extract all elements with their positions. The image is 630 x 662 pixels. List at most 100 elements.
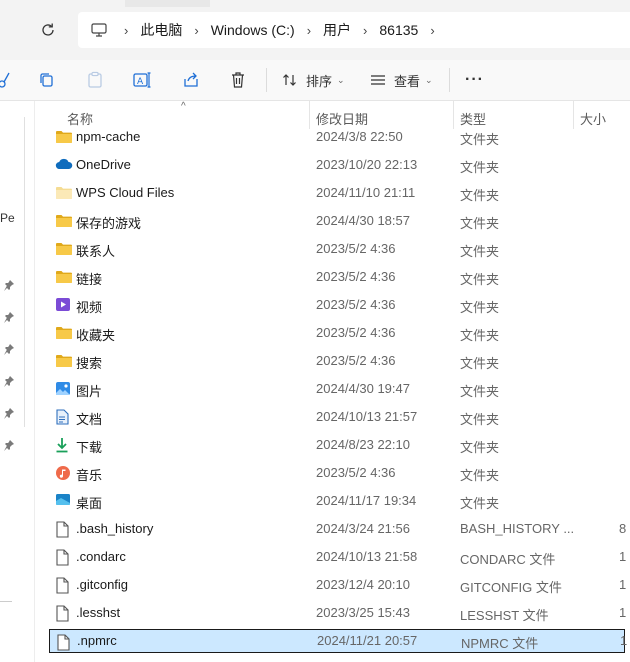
file-name: .bash_history [76,521,154,536]
table-row[interactable]: 收藏夹 2023/5/2 4:36 文件夹 [49,321,625,345]
file-type: 文件夹 [460,496,500,511]
file-icon [55,577,73,594]
file-type: 文件夹 [460,300,500,315]
file-name: .gitconfig [76,577,129,592]
nav-item-partial[interactable]: Pe [0,211,15,225]
more-options-button[interactable]: ··· [465,68,484,92]
refresh-icon[interactable] [36,18,60,42]
file-type: 文件夹 [460,328,500,343]
pictures-icon [55,381,73,397]
folder-icon [55,213,73,229]
file-name: 链接 [76,272,103,287]
pin-icon[interactable] [3,407,15,419]
delete-icon[interactable] [230,68,246,92]
file-name: 桌面 [76,496,103,511]
file-size: 1 [619,577,627,592]
table-row[interactable]: .bash_history 2024/3/24 21:56 BASH_HISTORY… [49,517,626,541]
file-name: 搜索 [76,356,103,371]
table-row[interactable]: 音乐 2023/5/2 4:36 文件夹 [49,461,625,485]
chevron-right-icon[interactable]: › [307,23,311,38]
toolbar-divider [266,68,267,92]
sort-label: 排序 [306,73,333,89]
pin-icon[interactable] [3,343,15,355]
table-row[interactable]: 联系人 2023/5/2 4:36 文件夹 [49,237,625,261]
file-modified-date: 2024/3/24 21:56 [316,521,410,536]
file-type: 文件夹 [460,216,500,231]
desktop-icon [55,493,73,509]
nav-pane-divider [24,117,25,427]
table-row[interactable]: 保存的游戏 2024/4/30 18:57 文件夹 [49,209,625,233]
view-button[interactable]: 查看 ⌄ [370,68,433,92]
table-row[interactable]: WPS Cloud Files 2024/11/10 21:11 文件夹 [49,181,625,205]
table-row-selected[interactable]: .npmrc 2024/11/21 20:57 NPMRC 文件 1 [49,629,627,653]
file-icon [55,605,73,622]
file-type: 文件夹 [460,356,500,371]
table-row[interactable]: 链接 2023/5/2 4:36 文件夹 [49,265,625,289]
file-modified-date: 2024/4/30 19:47 [316,381,410,396]
documents-icon [55,409,73,425]
file-name: WPS Cloud Files [76,185,175,200]
pin-icon[interactable] [3,439,15,451]
table-row[interactable]: 搜索 2023/5/2 4:36 文件夹 [49,349,625,373]
pin-icon[interactable] [3,375,15,387]
folder-light-icon [55,185,73,201]
file-name: 视频 [76,300,103,315]
folder-icon [55,353,73,369]
address-bar[interactable]: › 此电脑 › Windows (C:) › 用户 › 86135 › [78,12,630,48]
chevron-right-icon[interactable]: › [363,23,367,38]
file-modified-date: 2023/5/2 4:36 [316,269,396,284]
file-name: npm-cache [76,129,141,144]
file-icon [55,521,73,538]
pin-icon[interactable] [3,311,15,323]
navigation-pane: Pe [0,101,32,662]
folder-icon [55,269,73,285]
table-row[interactable]: .condarc 2024/10/13 21:58 CONDARC 文件 1 [49,545,627,569]
file-name: 音乐 [76,468,103,483]
file-modified-date: 2023/3/25 15:43 [316,605,410,620]
svg-text:A: A [137,77,144,87]
file-modified-date: 2023/5/2 4:36 [316,465,396,480]
rename-icon[interactable]: A [133,68,153,92]
paste-icon[interactable] [86,68,104,92]
file-name: 收藏夹 [76,328,116,343]
file-name: 联系人 [76,244,116,259]
file-type: NPMRC 文件 [461,636,539,651]
file-modified-date: 2024/11/21 20:57 [317,633,418,648]
file-icon [55,549,73,566]
table-row[interactable]: OneDrive 2023/10/20 22:13 文件夹 [49,153,625,177]
copy-icon[interactable] [38,68,56,92]
file-type: 文件夹 [460,244,500,259]
file-size: 1 [619,549,627,564]
chevron-right-icon[interactable]: › [124,23,128,38]
tab-strip-edge [0,0,630,7]
pin-icon[interactable] [3,279,15,291]
file-type: 文件夹 [460,384,500,399]
file-modified-date: 2024/11/10 21:11 [316,185,416,200]
share-icon[interactable] [182,68,200,92]
breadcrumb-drive-c[interactable]: Windows (C:) [211,22,295,38]
file-name: 保存的游戏 [76,216,142,231]
table-row[interactable]: 视频 2023/5/2 4:36 文件夹 [49,293,625,317]
table-row[interactable]: .gitconfig 2023/12/4 20:10 GITCONFIG 文件 1 [49,573,627,597]
file-name: 文档 [76,412,103,427]
table-row[interactable]: .lesshst 2023/3/25 15:43 LESSHST 文件 1 [49,601,626,625]
chevron-right-icon[interactable]: › [194,23,198,38]
nav-pane-divider [0,601,12,602]
sort-button[interactable]: 排序 ⌄ [282,68,345,92]
breadcrumb-users[interactable]: 用户 [323,20,351,40]
table-row[interactable]: 文档 2024/10/13 21:57 文件夹 [49,405,625,429]
table-row[interactable]: 下载 2024/8/23 22:10 文件夹 [49,433,625,457]
file-type: 文件夹 [460,132,500,147]
chevron-down-icon: ⌄ [337,74,345,85]
table-row[interactable]: 图片 2024/4/30 19:47 文件夹 [49,377,625,401]
chevron-right-icon[interactable]: › [430,23,434,38]
table-row[interactable]: npm-cache 2024/3/8 22:50 文件夹 [49,125,625,149]
file-modified-date: 2023/10/20 22:13 [316,157,418,172]
table-row[interactable]: 桌面 2024/11/17 19:34 文件夹 [49,489,625,513]
breadcrumb-user-folder[interactable]: 86135 [379,22,418,38]
cut-icon[interactable] [0,68,10,92]
file-type: 文件夹 [460,272,500,287]
breadcrumb-this-pc[interactable]: 此电脑 [140,20,182,40]
folder-icon [55,241,73,257]
file-type: CONDARC 文件 [460,552,556,567]
